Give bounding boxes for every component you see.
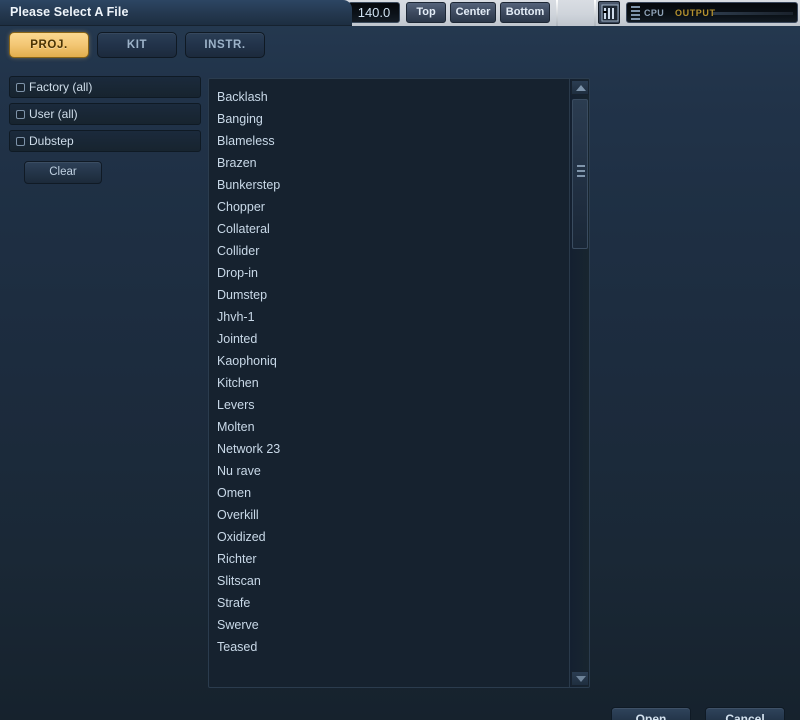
list-item[interactable]: Molten — [209, 416, 569, 438]
dialog-titlebar[interactable]: Please Select A File — [0, 0, 352, 26]
filter-row-dubstep[interactable]: Dubstep — [9, 130, 201, 152]
list-item[interactable]: Kaophoniq — [209, 350, 569, 372]
tab-proj[interactable]: PROJ. — [9, 32, 89, 58]
list-item[interactable]: Richter — [209, 548, 569, 570]
filter-row-factory[interactable]: Factory (all) — [9, 76, 201, 98]
scroll-up-button[interactable] — [571, 80, 589, 95]
results-list: Backlash Banging Blameless Brazen Bunkerstep… — [209, 79, 569, 687]
file-select-dialog: PROJ. KIT INSTR. Factory (all) User (all… — [0, 0, 800, 720]
list-item[interactable]: Kitchen — [209, 372, 569, 394]
cancel-button[interactable]: Cancel — [705, 707, 785, 720]
list-item[interactable]: Collider — [209, 240, 569, 262]
list-item[interactable]: Omen — [209, 482, 569, 504]
list-item[interactable]: Jhvh-1 — [209, 306, 569, 328]
scroll-grip-icon — [577, 165, 585, 180]
filter-label: Dubstep — [29, 134, 74, 148]
filter-column: Factory (all) User (all) Dubstep Clear — [9, 76, 201, 636]
list-item[interactable]: Brazen — [209, 152, 569, 174]
open-button[interactable]: Open — [611, 707, 691, 720]
list-item[interactable]: Slitscan — [209, 570, 569, 592]
chevron-down-icon — [576, 676, 586, 682]
list-item[interactable]: Teased — [209, 636, 569, 658]
filter-row-user[interactable]: User (all) — [9, 103, 201, 125]
results-list-panel: Backlash Banging Blameless Brazen Bunkerstep… — [208, 78, 590, 688]
filter-label: Factory (all) — [29, 80, 93, 94]
scroll-down-button[interactable] — [571, 671, 589, 686]
checkbox-unchecked-icon[interactable] — [16, 110, 25, 119]
list-item[interactable]: Backlash — [209, 86, 569, 108]
list-item[interactable]: Jointed — [209, 328, 569, 350]
list-item[interactable]: Network 23 — [209, 438, 569, 460]
list-item[interactable]: Overkill — [209, 504, 569, 526]
list-item[interactable]: Drop-in — [209, 262, 569, 284]
source-tab-group: PROJ. KIT INSTR. — [9, 32, 289, 62]
tab-instr[interactable]: INSTR. — [185, 32, 265, 58]
tab-kit[interactable]: KIT — [97, 32, 177, 58]
dialog-body: PROJ. KIT INSTR. Factory (all) User (all… — [0, 26, 800, 720]
filter-label: User (all) — [29, 107, 78, 121]
page-title: Please Select A File — [10, 5, 129, 19]
list-item[interactable]: Swerve — [209, 614, 569, 636]
list-item[interactable]: Strafe — [209, 592, 569, 614]
list-item[interactable]: Dumstep — [209, 284, 569, 306]
scroll-thumb[interactable] — [572, 99, 588, 249]
list-item[interactable]: Oxidized — [209, 526, 569, 548]
list-item[interactable]: Bunkerstep — [209, 174, 569, 196]
clear-filters-button[interactable]: Clear — [24, 161, 102, 184]
list-item[interactable]: Levers — [209, 394, 569, 416]
chevron-up-icon — [576, 85, 586, 91]
list-item[interactable]: Nu rave — [209, 460, 569, 482]
list-item[interactable]: Blameless — [209, 130, 569, 152]
checkbox-unchecked-icon[interactable] — [16, 137, 25, 146]
scrollbar-vertical[interactable] — [569, 79, 589, 687]
list-item[interactable]: Chopper — [209, 196, 569, 218]
list-item[interactable]: Banging — [209, 108, 569, 130]
checkbox-unchecked-icon[interactable] — [16, 83, 25, 92]
list-item[interactable]: Collateral — [209, 218, 569, 240]
